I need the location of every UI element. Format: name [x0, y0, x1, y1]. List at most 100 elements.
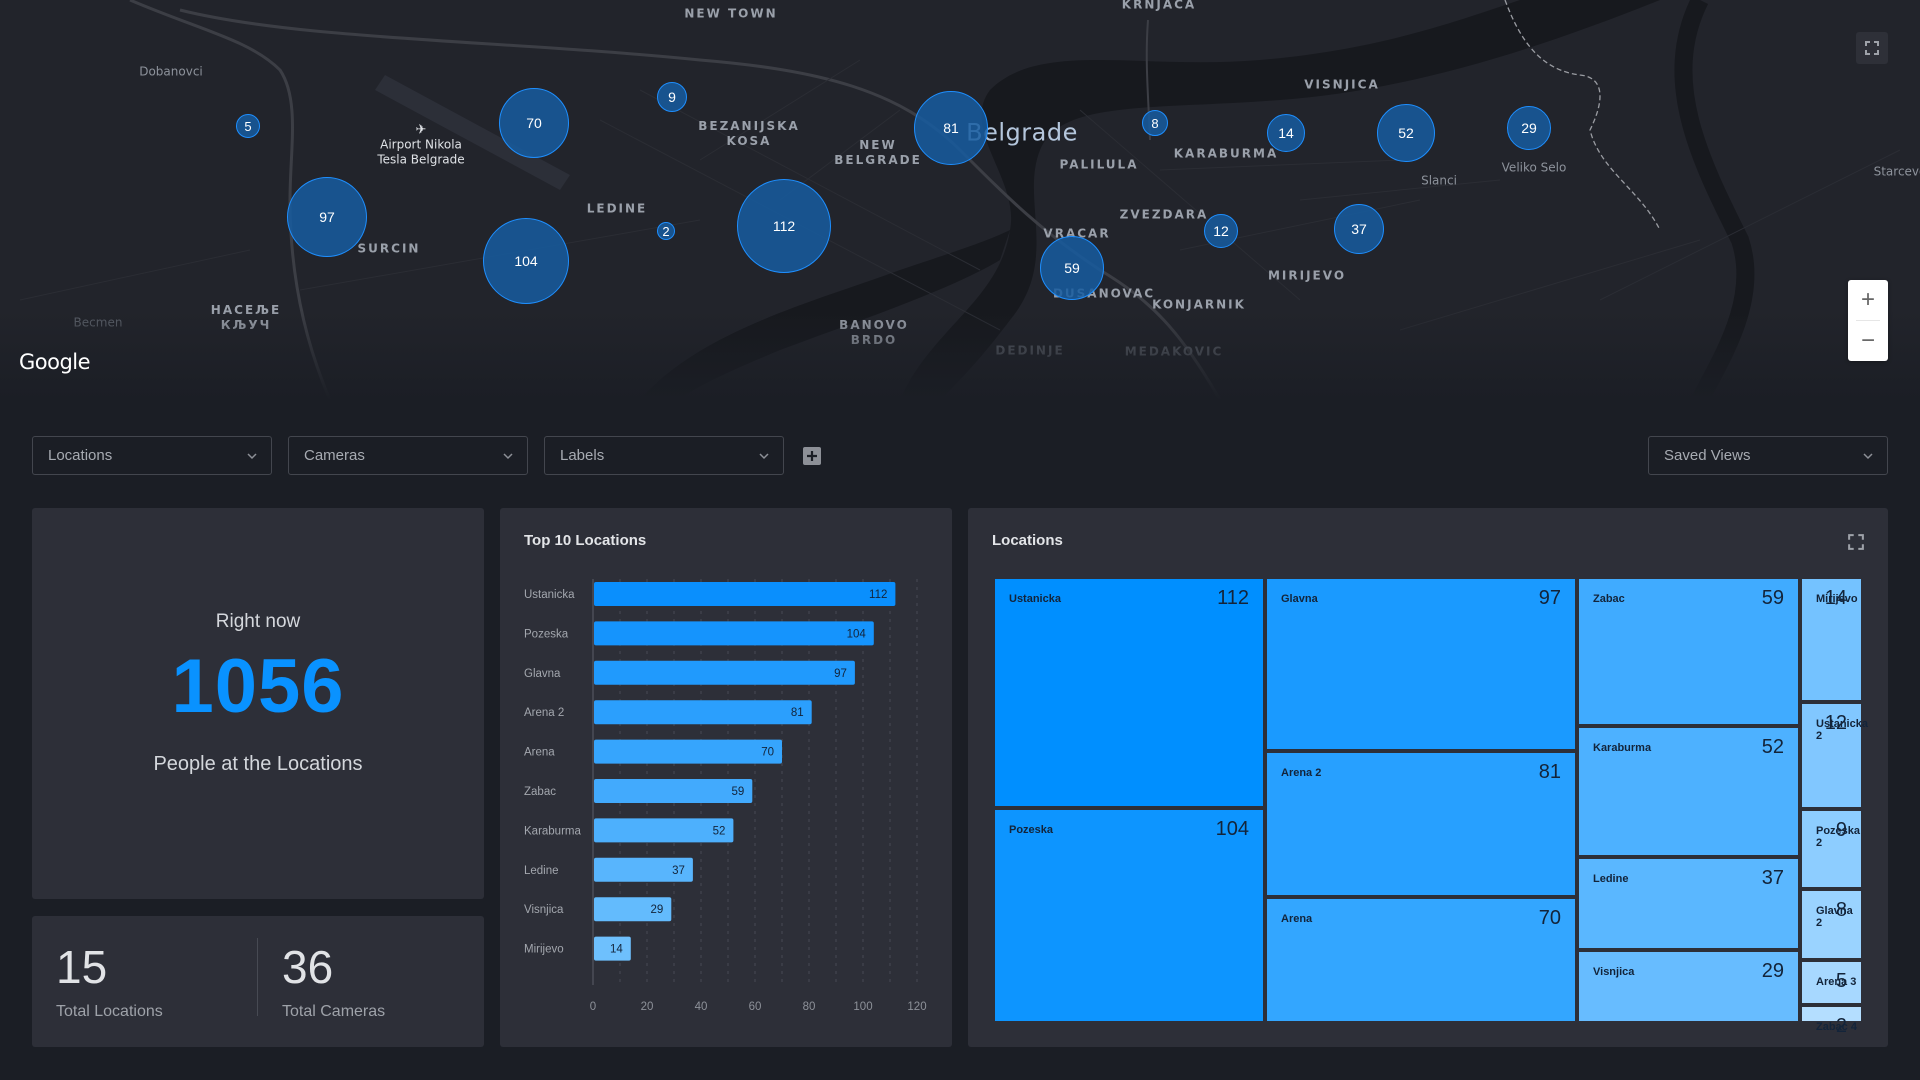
- total-locations-value: 15: [56, 941, 108, 993]
- bar-value-label: 59: [732, 786, 745, 798]
- bar-value-label: 29: [651, 904, 664, 916]
- map-cluster-marker[interactable]: 70: [499, 88, 569, 158]
- map-place-label: BANOVO BRDO: [839, 318, 909, 347]
- treemap-tile[interactable]: Mirijevo 14: [1800, 577, 1863, 702]
- x-tick-label: 120: [907, 1001, 926, 1013]
- map-place-label: Becmen: [73, 315, 123, 330]
- map-cluster-marker[interactable]: 112: [737, 179, 831, 273]
- airport-label: ✈ Airport Nikola Tesla Belgrade: [377, 122, 465, 167]
- expand-icon[interactable]: [1848, 534, 1864, 550]
- saved-views-dropdown-label: Saved Views: [1664, 447, 1751, 464]
- treemap-tile[interactable]: Visnjica 29: [1577, 950, 1800, 1023]
- bar-value-label: 97: [834, 668, 847, 680]
- category-label: Arena: [524, 747, 555, 759]
- category-label: Mirijevo: [524, 944, 564, 956]
- tile-name: Karaburma: [1593, 742, 1652, 754]
- map-place-label: PALILULA: [1059, 157, 1139, 172]
- x-tick-label: 20: [641, 1001, 654, 1013]
- map-cluster-marker[interactable]: 37: [1334, 204, 1384, 254]
- dashboard: NEW TOWN KRNJACA Dobanovci BEZANIJSKA KOSA NE…: [0, 0, 1920, 1080]
- map-place-label: Veliko Selo: [1501, 160, 1567, 175]
- bar-value-label: 81: [791, 707, 804, 719]
- treemap-tile[interactable]: Zabac 42: [1800, 1005, 1863, 1037]
- zoom-in-button[interactable]: +: [1848, 280, 1888, 320]
- tile-value: 70: [1538, 907, 1561, 929]
- bar-value-label: 37: [672, 865, 685, 877]
- bar[interactable]: [594, 779, 753, 803]
- map-cluster-marker[interactable]: 52: [1377, 104, 1435, 162]
- add-filter-button[interactable]: [803, 447, 821, 465]
- map-cluster-marker[interactable]: 9: [657, 82, 687, 112]
- treemap: Ustanicka 112 Pozeska 104 Glavna 97 Arena 2 81 A…: [993, 577, 1868, 1037]
- bar[interactable]: [594, 700, 812, 725]
- map-fullscreen-button[interactable]: [1856, 32, 1888, 64]
- airplane-icon: ✈: [415, 122, 427, 138]
- map-place-label: Slanci: [1421, 173, 1457, 188]
- tile-value: 8: [1835, 899, 1847, 921]
- treemap-tile[interactable]: Glavna 28: [1800, 889, 1863, 960]
- stat-divider: [257, 938, 258, 1016]
- x-tick-label: 100: [853, 1001, 872, 1013]
- x-tick-label: 0: [590, 1001, 596, 1013]
- tile-value: 52: [1761, 736, 1784, 758]
- treemap-tile[interactable]: Pozeska 104: [993, 808, 1265, 1023]
- tile-name: Ustanicka: [1009, 593, 1061, 605]
- tile-value: 104: [1215, 818, 1249, 840]
- bar-value-label: 112: [869, 589, 887, 601]
- tile-name: Arena: [1281, 913, 1313, 925]
- map-cluster-marker[interactable]: 81: [914, 91, 988, 165]
- treemap-tile[interactable]: Glavna 97: [1265, 577, 1577, 751]
- zoom-out-button[interactable]: −: [1848, 321, 1888, 361]
- map-place-label: KONJARNIK: [1152, 297, 1246, 312]
- category-label: Ledine: [524, 865, 559, 877]
- tile-value: 97: [1538, 587, 1561, 609]
- map-place-label: VISNJICA: [1304, 77, 1380, 92]
- category-label: Karaburma: [524, 825, 581, 837]
- bar[interactable]: [594, 582, 896, 606]
- map-place-label: KRNJACA: [1121, 0, 1197, 12]
- treemap-tile[interactable]: Arena 2 81: [1265, 751, 1577, 897]
- category-label: Arena 2: [524, 707, 564, 719]
- map-place-label: DEDINJE: [995, 343, 1065, 358]
- total-locations-label: Total Locations: [56, 1003, 163, 1020]
- map-cluster-marker[interactable]: 97: [287, 177, 367, 257]
- treemap-tile[interactable]: Arena 35: [1800, 960, 1863, 1005]
- labels-dropdown[interactable]: Labels: [544, 436, 784, 475]
- bar[interactable]: [594, 739, 782, 764]
- cameras-dropdown[interactable]: Cameras: [288, 436, 528, 475]
- map-cluster-marker[interactable]: 2: [657, 222, 675, 240]
- total-cameras-label: Total Cameras: [282, 1003, 386, 1020]
- treemap-tile[interactable]: Karaburma 52: [1577, 726, 1800, 857]
- bar-value-label: 52: [713, 825, 726, 837]
- treemap-tile[interactable]: Pozeska 29: [1800, 809, 1863, 889]
- treemap-tile[interactable]: Ledine 37: [1577, 857, 1800, 950]
- tile-value: 59: [1761, 587, 1784, 609]
- saved-views-dropdown[interactable]: Saved Views: [1648, 436, 1888, 475]
- bar-value-label: 70: [761, 747, 774, 759]
- fullscreen-icon: [1865, 41, 1879, 55]
- map-cluster-marker[interactable]: 5: [236, 114, 260, 138]
- locations-dropdown[interactable]: Locations: [32, 436, 272, 475]
- map-place-label: ZVEZDARA: [1119, 207, 1209, 222]
- treemap-tile[interactable]: Zabac 59: [1577, 577, 1800, 726]
- people-label: People at the Locations: [153, 753, 363, 775]
- labels-dropdown-label: Labels: [560, 447, 605, 464]
- map-cluster-marker[interactable]: 29: [1507, 106, 1551, 150]
- map-cluster-marker[interactable]: 14: [1267, 114, 1305, 152]
- bar[interactable]: [594, 660, 855, 685]
- map[interactable]: NEW TOWN KRNJACA Dobanovci BEZANIJSKA KOSA NE…: [0, 0, 1920, 400]
- map-cluster-marker[interactable]: 8: [1142, 110, 1168, 136]
- map-cluster-marker[interactable]: 12: [1204, 214, 1238, 248]
- right-now-label: Right now: [215, 611, 301, 632]
- tile-value: 2: [1835, 1015, 1847, 1037]
- map-place-label: MEDAKOVIC: [1124, 344, 1224, 359]
- tile-value: 112: [1217, 587, 1249, 609]
- treemap-tile[interactable]: Ustanicka 112: [993, 577, 1265, 808]
- bar[interactable]: [594, 621, 874, 646]
- treemap-tile[interactable]: Arena 70: [1265, 897, 1577, 1023]
- treemap-tile[interactable]: Ustanicka 2 12: [1800, 702, 1868, 809]
- tile-value: 29: [1761, 960, 1784, 982]
- map-cluster-marker[interactable]: 104: [483, 218, 569, 304]
- category-label: Glavna: [524, 668, 561, 680]
- map-cluster-marker[interactable]: 59: [1040, 236, 1104, 300]
